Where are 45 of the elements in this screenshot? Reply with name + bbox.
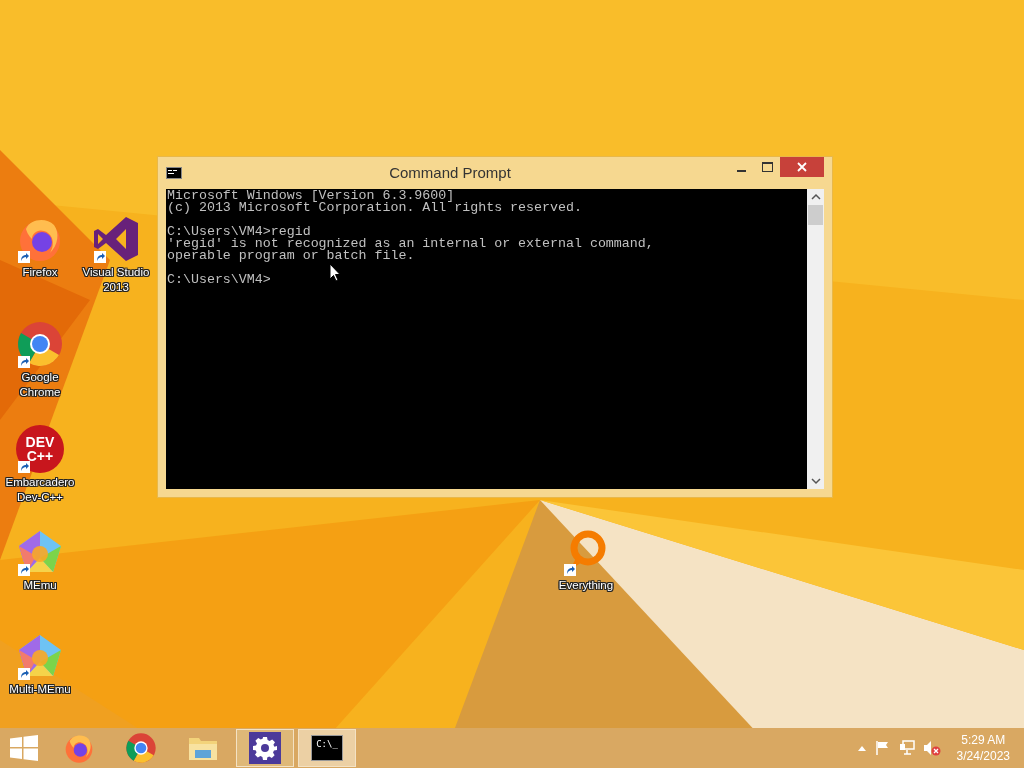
taskbar-button[interactable]: C:\_ — [298, 729, 356, 767]
shortcut-arrow-icon — [564, 564, 576, 576]
firefox-icon — [63, 732, 95, 764]
windows-logo-icon — [10, 735, 38, 761]
console-line: operable program or batch file. — [167, 250, 415, 262]
taskbar-button[interactable] — [236, 729, 294, 767]
scroll-thumb[interactable] — [808, 205, 823, 225]
shortcut-arrow-icon — [18, 356, 30, 368]
show-hidden-icons-icon[interactable] — [856, 744, 867, 752]
mouse-pointer-icon — [329, 263, 341, 282]
close-button[interactable] — [780, 157, 824, 177]
console-line: C:\Users\VM4> — [167, 274, 271, 286]
shortcut-arrow-icon — [18, 251, 30, 263]
clock-date: 3/24/2023 — [956, 748, 1010, 764]
console-line: (c) 2013 Microsoft Corporation. All rights reserved. — [167, 202, 582, 214]
gear-icon — [249, 732, 281, 764]
window-title: Command Prompt — [388, 162, 512, 183]
minimize-icon — [736, 170, 746, 172]
desktop-icon-label[interactable]: Google Chrome — [4, 370, 76, 400]
close-icon — [797, 162, 807, 172]
chrome-icon — [16, 320, 64, 368]
clock[interactable]: 5:29 AM 3/24/2023 — [948, 732, 1018, 764]
desktop-icon-label[interactable]: MEmu — [23, 578, 57, 593]
shortcut-arrow-icon — [18, 461, 30, 473]
shortcut-arrow-icon — [18, 564, 30, 576]
console-line: Microsoft Windows [Version 6.3.9600] — [167, 190, 455, 202]
network-icon[interactable] — [898, 740, 915, 756]
console-line: 'regid' is not recognized as an internal or external command, — [167, 238, 654, 250]
desktop-icon-label[interactable]: Visual Studio 2013 — [80, 265, 152, 295]
shortcut-arrow-icon — [94, 251, 106, 263]
console-icon: C:\_ — [311, 735, 343, 761]
visual-studio-icon — [92, 215, 140, 263]
chrome-icon — [125, 732, 157, 764]
desktop-icon-label[interactable]: Multi-MEmu — [9, 682, 71, 697]
console-icon — [166, 167, 182, 179]
maximize-icon — [761, 162, 773, 172]
desktop-icon-label[interactable]: Everything — [558, 578, 614, 593]
desktop-icon-label[interactable]: Embarcadero Dev-C++ — [4, 475, 76, 505]
scrollbar[interactable] — [807, 189, 824, 489]
flag-icon[interactable] — [874, 740, 891, 756]
shortcut-arrow-icon — [18, 668, 30, 680]
desktop-icon-label[interactable]: Firefox — [22, 265, 58, 280]
clock-time: 5:29 AM — [961, 732, 1006, 748]
console-line: C:\Users\VM4>regid — [167, 226, 311, 238]
muted-speaker-icon[interactable] — [922, 740, 941, 756]
